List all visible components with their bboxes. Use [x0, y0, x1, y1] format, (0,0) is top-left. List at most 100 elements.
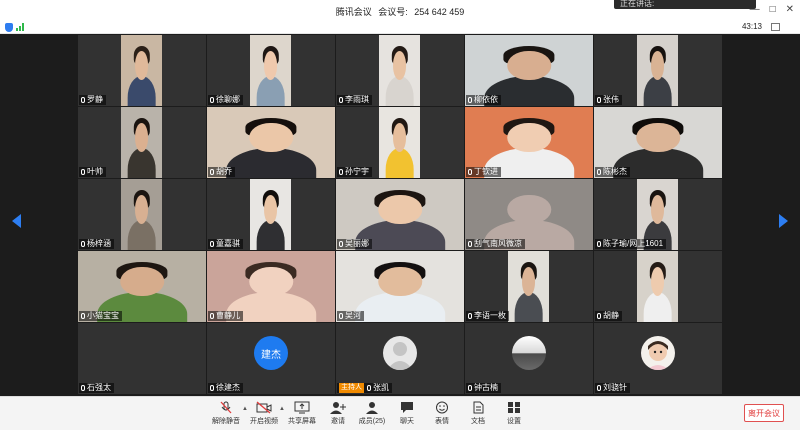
participant-tile[interactable]: 刮气南风微凉 [465, 179, 593, 250]
maximize-button[interactable]: □ [770, 4, 776, 15]
participant-name: 曹静儿 [216, 311, 240, 320]
participant-name: 刮气南风微凉 [474, 239, 522, 248]
unmute-button[interactable]: 解除静音 [206, 401, 246, 426]
participant-name-tag: 张伟 [595, 95, 622, 105]
host-badge: 主持人 [339, 383, 364, 393]
participant-name-tag: 曹静儿 [208, 311, 243, 321]
participant-tile[interactable]: 徐聊娜 [207, 35, 335, 106]
settings-button[interactable]: 设置 [494, 401, 534, 426]
participant-name-tag: 刘骁针 [595, 383, 630, 393]
participant-name-tag: 徐聊娜 [208, 95, 243, 105]
participant-name-tag: 罗静 [79, 95, 106, 105]
participant-name: 陈彬杰 [603, 167, 627, 176]
mic-muted-icon [468, 169, 472, 175]
participant-tile[interactable]: 李语一枚 [465, 251, 593, 322]
mic-muted-icon [367, 385, 371, 391]
members-button[interactable]: 成员(25) [352, 401, 392, 426]
mic-muted-icon [210, 241, 214, 247]
mic-muted-icon [81, 385, 85, 391]
participant-name: 罗静 [87, 95, 103, 104]
participant-tile[interactable]: 孙宁宇 [336, 107, 464, 178]
participant-tile[interactable]: 张伟 [594, 35, 722, 106]
participant-name: 徐聊娜 [216, 95, 240, 104]
mic-muted-icon [81, 241, 85, 247]
participant-name: 石强太 [87, 383, 111, 392]
participant-tile[interactable]: 刘骁针 [594, 323, 722, 394]
next-page-icon[interactable] [779, 214, 788, 228]
participant-tile[interactable]: 陈彬杰 [594, 107, 722, 178]
participant-tile[interactable]: 李雨琪 [336, 35, 464, 106]
default-avatar-icon [383, 336, 417, 370]
start-video-button[interactable]: 开启视频 [244, 401, 284, 426]
avatar [641, 336, 675, 370]
video-gallery: 罗静 徐聊娜 李雨琪 柳依依 张伟叶帅 胡乔 孙宁宇 丁钦进 陈彬杰杨梓涵 童嘉骐 吴丽娜 刮气南风微… [0, 34, 800, 396]
participant-tile[interactable]: 胡静 [594, 251, 722, 322]
avatar: 建杰 [254, 336, 288, 370]
participant-video [379, 107, 420, 178]
meeting-timer: 43:13 [741, 22, 762, 31]
participant-tile[interactable]: 曹静儿 [207, 251, 335, 322]
participant-name: 吴河 [345, 311, 361, 320]
apps-grid-icon [506, 401, 522, 414]
meeting-id-label: 会议号: [378, 7, 408, 17]
participant-tile[interactable]: 柳依依 [465, 35, 593, 106]
mic-muted-icon [339, 241, 343, 247]
minimize-button[interactable]: — [750, 4, 760, 15]
mic-muted-icon [81, 97, 85, 103]
participant-name: 张伟 [603, 95, 619, 104]
chat-button[interactable]: 聊天 [387, 401, 427, 426]
participant-tile[interactable]: 吴河 [336, 251, 464, 322]
avatar-initials: 建杰 [261, 349, 281, 361]
participant-video [250, 35, 291, 106]
participant-tile[interactable]: 石强太 [78, 323, 206, 394]
participant-tile[interactable]: 吴丽娜 [336, 179, 464, 250]
participant-tile[interactable]: 叶帅 [78, 107, 206, 178]
mic-muted-icon [597, 385, 601, 391]
participant-name: 钟古楠 [474, 383, 498, 392]
participant-tile[interactable]: 钟古楠 [465, 323, 593, 394]
mic-muted-icon [468, 97, 472, 103]
mic-muted-icon [597, 241, 601, 247]
participant-tile[interactable]: 小猫宝宝 [78, 251, 206, 322]
participant-name-tag: 主持人 张凯 [337, 383, 392, 393]
share-screen-button[interactable]: 共享屏幕 [282, 401, 322, 426]
participant-name: 徐建杰 [216, 383, 240, 392]
prev-page-icon[interactable] [12, 214, 21, 228]
reaction-button[interactable]: 表情 [422, 401, 462, 426]
participant-name: 杨梓涵 [87, 239, 111, 248]
leave-meeting-button[interactable]: 离开会议 [744, 404, 784, 422]
add-user-icon [330, 401, 346, 414]
mic-muted-icon [468, 313, 472, 319]
participant-tile[interactable]: 陈子瑜/网上1601 [594, 179, 722, 250]
participant-name: 李语一枚 [474, 311, 506, 320]
signal-icon[interactable] [16, 23, 24, 31]
chat-icon [399, 401, 415, 414]
app-name: 腾讯会议 [335, 7, 372, 17]
participant-tile[interactable]: 童嘉骐 [207, 179, 335, 250]
participant-tile[interactable]: 杨梓涵 [78, 179, 206, 250]
status-bar: 43:13 [0, 20, 800, 34]
participant-name-tag: 徐建杰 [208, 383, 243, 393]
participant-tile[interactable]: 主持人 张凯 [336, 323, 464, 394]
shield-icon[interactable] [5, 23, 13, 32]
meeting-toolbar: 解除静音 ▲ 开启视频 ▲ 共享屏幕 邀请 成员(25) 聊天 表情 文档 设置… [0, 396, 800, 430]
close-button[interactable]: ✕ [786, 4, 794, 15]
mic-muted-icon [218, 401, 234, 414]
participant-tile[interactable]: 丁钦进 [465, 107, 593, 178]
grid-view-icon[interactable] [771, 23, 780, 31]
docs-button[interactable]: 文档 [458, 401, 498, 426]
participant-name-tag: 陈子瑜/网上1601 [595, 239, 667, 249]
participant-name: 刘骁针 [603, 383, 627, 392]
participant-video [379, 35, 420, 106]
mic-muted-icon [210, 313, 214, 319]
participant-video [508, 251, 549, 322]
mic-muted-icon [468, 241, 472, 247]
participant-tile[interactable]: 罗静 [78, 35, 206, 106]
participant-tile[interactable]: 建杰徐建杰 [207, 323, 335, 394]
participant-tile[interactable]: 胡乔 [207, 107, 335, 178]
participant-name-tag: 吴丽娜 [337, 239, 372, 249]
title-bar: 腾讯会议 会议号: 254 642 459 正在讲话: — □ ✕ [0, 0, 800, 20]
participant-video [250, 179, 291, 250]
participant-name: 叶帅 [87, 167, 103, 176]
participant-name-tag: 钟古楠 [466, 383, 501, 393]
